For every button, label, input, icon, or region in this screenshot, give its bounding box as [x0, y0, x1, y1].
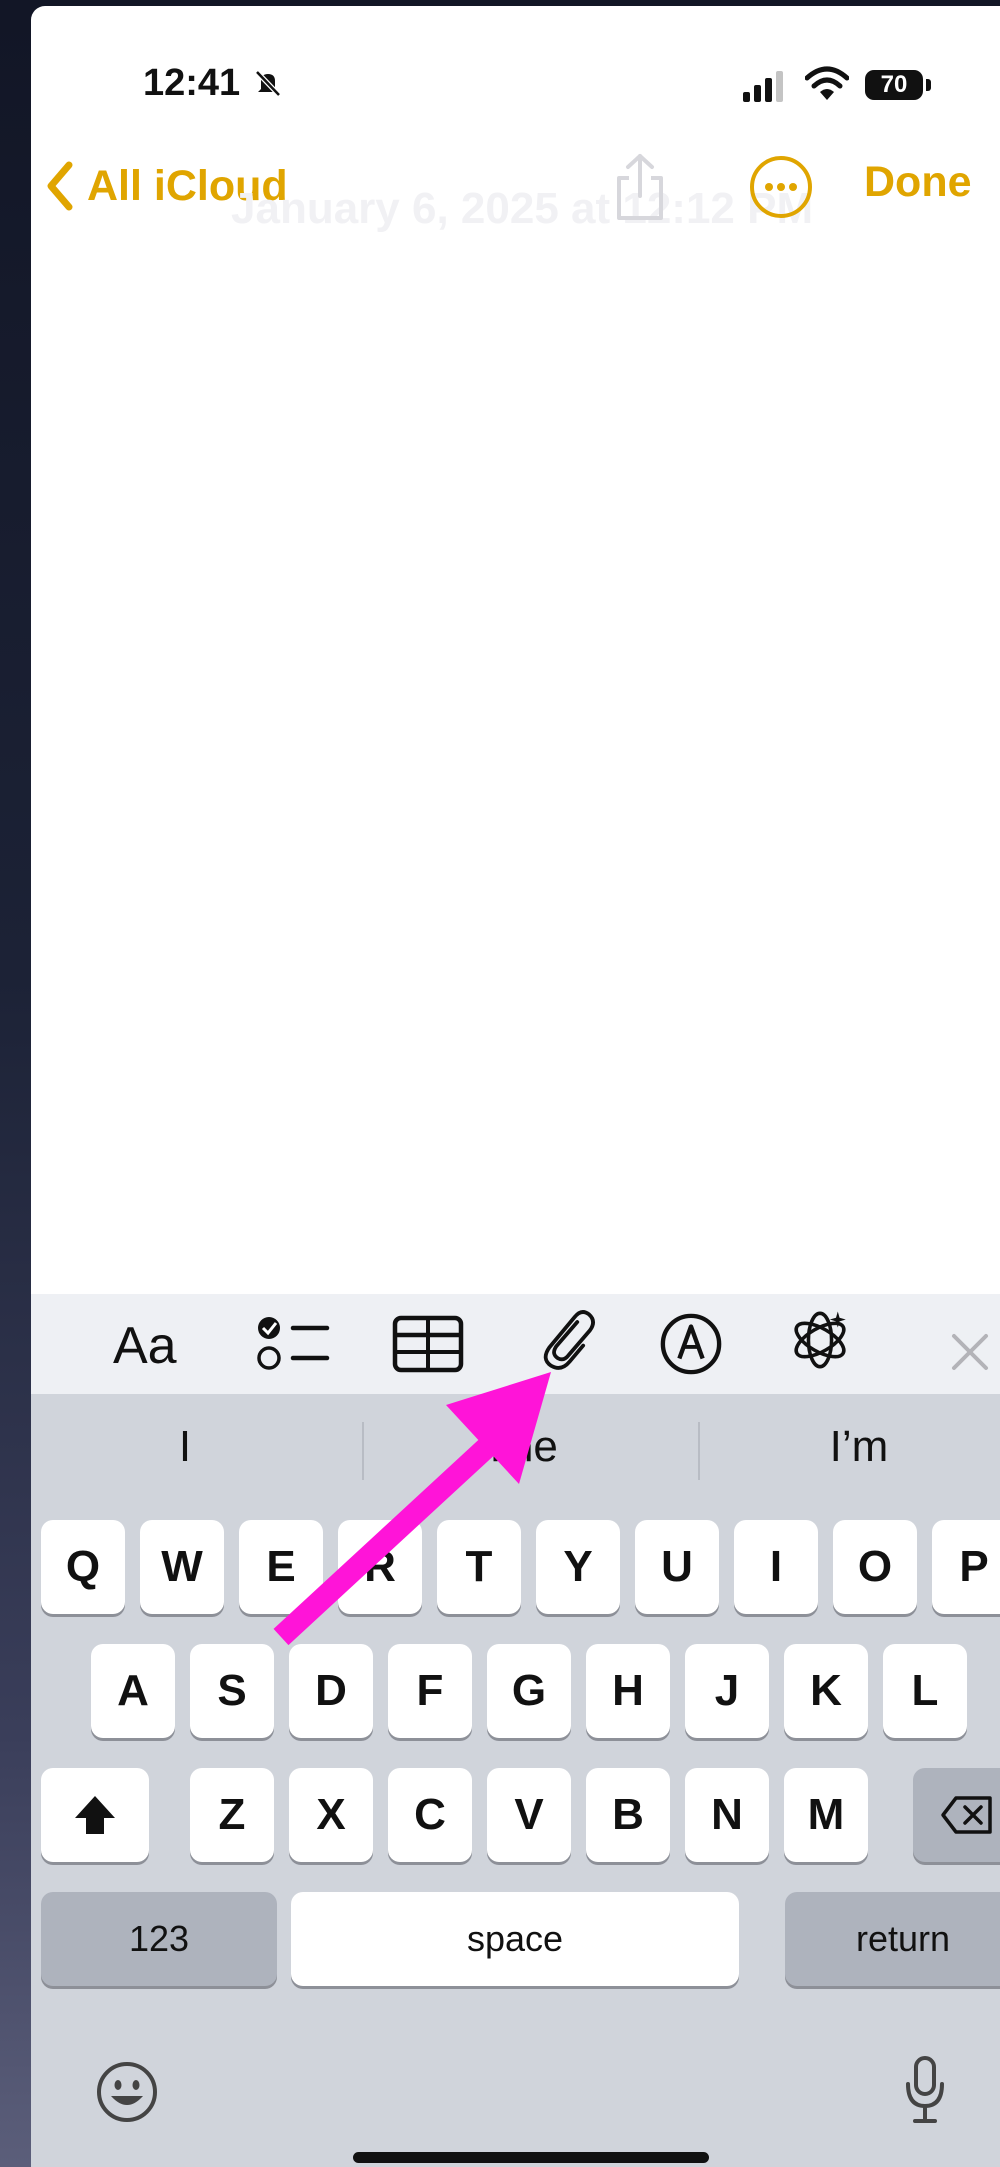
key-i[interactable]: I [734, 1520, 818, 1614]
key-e[interactable]: E [239, 1520, 323, 1614]
checklist-icon[interactable] [253, 1312, 331, 1376]
delete-icon [941, 1796, 992, 1834]
chevron-left-icon [47, 161, 73, 211]
key-d[interactable]: D [289, 1644, 373, 1738]
battery-indicator: 70 [865, 70, 923, 100]
suggestion-3[interactable]: I’m [709, 1422, 1000, 1472]
suggestion-1[interactable]: I [35, 1422, 335, 1472]
key-t[interactable]: T [437, 1520, 521, 1614]
attachment-icon[interactable] [532, 1306, 604, 1370]
key-x[interactable]: X [289, 1768, 373, 1862]
key-g[interactable]: G [487, 1644, 571, 1738]
emoji-icon[interactable] [95, 2060, 159, 2124]
key-v[interactable]: V [487, 1768, 571, 1862]
battery-tip [926, 79, 931, 91]
key-n[interactable]: N [685, 1768, 769, 1862]
key-r[interactable]: R [338, 1520, 422, 1614]
suggestion-divider [362, 1422, 364, 1480]
return-key[interactable]: return [785, 1892, 1000, 1986]
key-z[interactable]: Z [190, 1768, 274, 1862]
key-q[interactable]: Q [41, 1520, 125, 1614]
table-icon[interactable] [392, 1312, 464, 1376]
microphone-icon[interactable] [903, 2054, 947, 2126]
key-o[interactable]: O [833, 1520, 917, 1614]
space-key[interactable]: space [291, 1892, 739, 1986]
notes-screen: 12:41 70 All iCloud January 6, 2025 at 1… [31, 6, 1000, 2167]
key-u[interactable]: U [635, 1520, 719, 1614]
key-w[interactable]: W [140, 1520, 224, 1614]
delete-key[interactable] [913, 1768, 1000, 1862]
numbers-key[interactable]: 123 [41, 1892, 277, 1986]
suggestion-2[interactable]: The [370, 1422, 670, 1472]
key-s[interactable]: S [190, 1644, 274, 1738]
key-y[interactable]: Y [536, 1520, 620, 1614]
key-m[interactable]: M [784, 1768, 868, 1862]
apple-intelligence-icon[interactable] [782, 1308, 858, 1372]
key-a[interactable]: A [91, 1644, 175, 1738]
markup-icon[interactable] [658, 1312, 724, 1376]
done-button[interactable]: Done [864, 158, 972, 207]
key-b[interactable]: B [586, 1768, 670, 1862]
shift-arrow-icon [75, 1796, 115, 1834]
close-icon[interactable] [948, 1320, 992, 1384]
key-c[interactable]: C [388, 1768, 472, 1862]
shift-key[interactable] [41, 1768, 149, 1862]
text-format-button[interactable]: Aa [113, 1316, 177, 1380]
status-time: 12:41 [143, 62, 241, 104]
signal-icon [743, 71, 783, 102]
note-title-faded: January 6, 2025 at 12:12 PM [231, 184, 814, 233]
key-f[interactable]: F [388, 1644, 472, 1738]
home-indicator [353, 2152, 709, 2163]
key-j[interactable]: J [685, 1644, 769, 1738]
formatting-toolbar: Aa [31, 1294, 1000, 1394]
share-icon[interactable] [611, 152, 669, 222]
more-options-icon[interactable] [748, 154, 814, 220]
keyboard: I The I’m Q W E R T Y U I O P A S D F G … [31, 1394, 1000, 2167]
key-k[interactable]: K [784, 1644, 868, 1738]
bell-slash-icon [255, 70, 281, 97]
key-p[interactable]: P [932, 1520, 1000, 1614]
suggestion-divider [698, 1422, 700, 1480]
key-h[interactable]: H [586, 1644, 670, 1738]
wifi-icon [805, 66, 849, 100]
key-l[interactable]: L [883, 1644, 967, 1738]
